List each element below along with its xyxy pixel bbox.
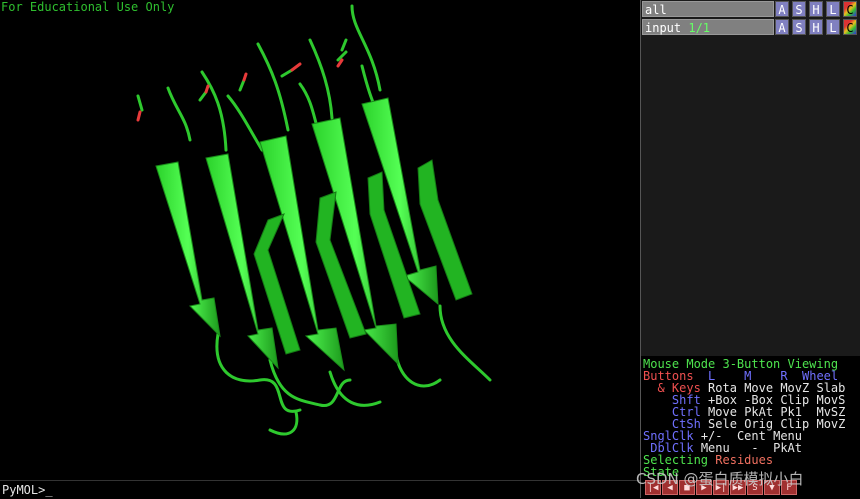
loop-2-top — [200, 70, 228, 152]
object-name-all[interactable]: all — [642, 1, 774, 17]
color-button[interactable]: C — [843, 19, 857, 35]
show-button[interactable]: S — [792, 19, 806, 35]
command-line[interactable]: PyMOL>_ — [0, 480, 640, 499]
action-button[interactable]: A — [775, 1, 789, 17]
hide-button[interactable]: H — [809, 1, 823, 17]
command-input[interactable] — [56, 482, 626, 497]
command-prompt: PyMOL>_ — [2, 483, 53, 497]
color-button[interactable]: C — [843, 1, 857, 17]
show-button[interactable]: S — [792, 1, 806, 17]
loop-4-top — [256, 42, 290, 132]
label-button[interactable]: L — [826, 19, 840, 35]
action-button[interactable]: A — [775, 19, 789, 35]
object-row-all[interactable]: all A S H L C — [641, 1, 860, 17]
loop-bottom-5 — [438, 304, 492, 382]
strand-1 — [155, 161, 221, 338]
hide-button[interactable]: H — [809, 19, 823, 35]
object-name-input[interactable]: input 1/1 — [642, 19, 774, 35]
object-panel: all A S H L C input 1/1 A S H L C Mouse … — [640, 0, 860, 498]
csdn-watermark: CSDN @蛋白质模拟小白 — [636, 470, 804, 488]
loop-1-top — [166, 86, 192, 142]
object-row-input[interactable]: input 1/1 A S H L C — [641, 19, 860, 35]
loop-bottom-6 — [268, 410, 299, 436]
loop-bottom-4 — [394, 352, 442, 388]
loop-3-top — [226, 94, 264, 152]
loop-bottom-3 — [328, 370, 382, 407]
educational-watermark: For Educational Use Only — [1, 0, 175, 14]
molecular-viewport[interactable]: For Educational Use Only — [0, 0, 640, 480]
label-button[interactable]: L — [826, 1, 840, 17]
loop-5-top — [308, 38, 334, 120]
beta-sheet-cartoon[interactable] — [0, 0, 640, 480]
